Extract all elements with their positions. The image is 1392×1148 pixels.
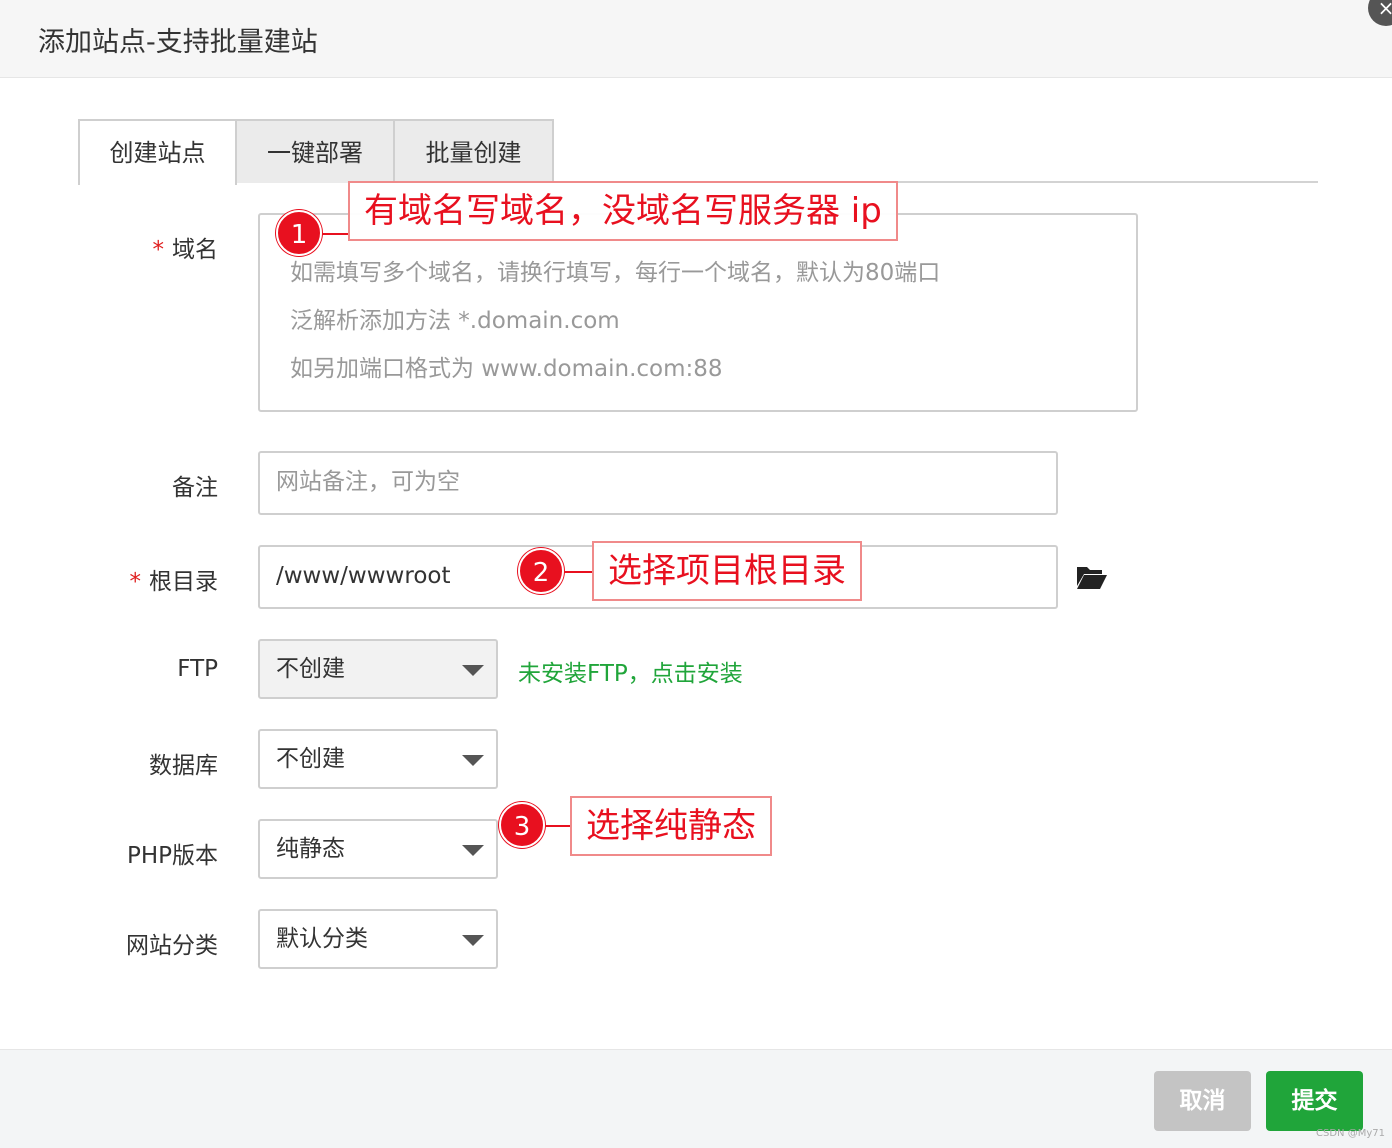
- required-mark: *: [129, 569, 142, 595]
- folder-open-icon[interactable]: [1076, 564, 1108, 590]
- watermark: CSDN @My71: [1316, 1128, 1385, 1139]
- tab-batch-create[interactable]: 批量创建: [393, 119, 554, 183]
- caret-down-icon: [462, 845, 484, 856]
- annotation-callout-3: 选择纯静态: [570, 796, 772, 856]
- domain-label: * 域名: [152, 237, 219, 263]
- php-version-selected-value: 纯静态: [276, 836, 345, 862]
- tab-one-click-deploy[interactable]: 一键部署: [235, 119, 395, 183]
- site-category-selected-value: 默认分类: [276, 926, 368, 952]
- ftp-install-link[interactable]: 未安装FTP，点击安装: [518, 654, 743, 688]
- dialog-footer: 取消 提交: [0, 1049, 1392, 1148]
- annotation-badge-2: 2: [518, 548, 564, 594]
- dialog-title: 添加站点-支持批量建站: [38, 27, 318, 58]
- database-label: 数据库: [149, 753, 218, 779]
- annotation-connector: [560, 571, 594, 573]
- domain-placeholder-line: 如需填写多个域名，请换行填写，每行一个域名，默认为80端口: [290, 260, 941, 286]
- annotation-badge-1: 1: [276, 210, 322, 256]
- site-category-label: 网站分类: [126, 933, 218, 959]
- php-version-label: PHP版本: [126, 843, 218, 869]
- dialog-header: 添加站点-支持批量建站: [0, 0, 1392, 78]
- annotation-callout-2: 选择项目根目录: [592, 541, 862, 601]
- caret-down-icon: [462, 755, 484, 766]
- ftp-selected-value: 不创建: [276, 656, 345, 682]
- database-selected-value: 不创建: [276, 746, 345, 772]
- remark-placeholder: 网站备注，可为空: [276, 469, 460, 495]
- tab-bar: 一键部署 批量创建 创建站点: [78, 119, 1318, 185]
- cancel-button[interactable]: 取消: [1154, 1071, 1251, 1131]
- remark-input[interactable]: 网站备注，可为空: [258, 451, 1058, 515]
- ftp-select[interactable]: 不创建: [258, 639, 498, 699]
- root-dir-value: /www/wwwroot: [276, 563, 451, 589]
- required-mark: *: [152, 237, 165, 263]
- root-dir-label: * 根目录: [129, 569, 219, 595]
- caret-down-icon: [462, 665, 484, 676]
- domain-textarea[interactable]: 如需填写多个域名，请换行填写，每行一个域名，默认为80端口 泛解析添加方法 *.…: [258, 213, 1138, 412]
- submit-button[interactable]: 提交: [1266, 1071, 1363, 1131]
- remark-label: 备注: [172, 475, 218, 501]
- ftp-label: FTP: [177, 656, 218, 682]
- site-category-select[interactable]: 默认分类: [258, 909, 498, 969]
- domain-placeholder-line: 如另加端口格式为 www.domain.com:88: [290, 356, 723, 382]
- php-version-select[interactable]: 纯静态: [258, 819, 498, 879]
- tab-create-site[interactable]: 创建站点: [78, 119, 237, 185]
- annotation-connector: [318, 233, 350, 235]
- annotation-callout-1: 有域名写域名，没域名写服务器 ip: [348, 181, 898, 241]
- caret-down-icon: [462, 935, 484, 946]
- database-select[interactable]: 不创建: [258, 729, 498, 789]
- domain-placeholder-line: 泛解析添加方法 *.domain.com: [290, 308, 620, 334]
- annotation-badge-3: 3: [499, 802, 545, 848]
